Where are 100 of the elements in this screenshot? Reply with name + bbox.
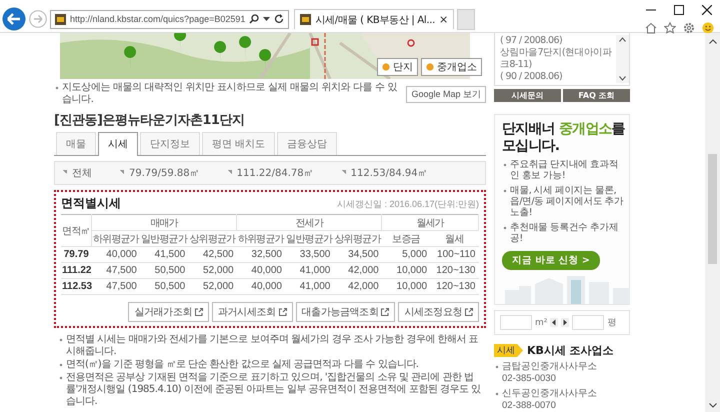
banner-headline: 모십니다. <box>502 138 560 155</box>
link-button[interactable]: 시세조정요청 <box>398 302 479 322</box>
maximize-icon[interactable] <box>674 5 684 15</box>
table-cell: 52,000 <box>188 262 237 278</box>
banner-headline: 단지배너 중개업소를 <box>502 121 625 138</box>
column-header: 하위평균가 <box>92 230 140 246</box>
down-caret-icon[interactable] <box>619 76 626 81</box>
table-cell: 50,500 <box>140 262 188 278</box>
sidebar-button[interactable]: FAQ 조회 <box>563 89 630 102</box>
column-header: 상위평균가 <box>188 230 237 246</box>
list-item[interactable]: ( 90 / 2008.06) <box>500 71 616 83</box>
home-icon[interactable] <box>645 22 657 34</box>
page-tab[interactable]: 시세 <box>98 132 138 156</box>
column-header: 하위평균가 <box>236 230 285 246</box>
column-header: 전세가 <box>236 214 382 230</box>
column-header: 보증금 <box>382 230 430 246</box>
browser-tab[interactable]: 시세/매물 ( KB부동산 | Al... × <box>294 9 454 29</box>
table-cell: 120~130 <box>430 278 478 294</box>
table-cell: 40,000 <box>236 278 285 294</box>
map-filter-button[interactable]: 중개업소 <box>421 58 482 76</box>
link-button[interactable]: 실거래가조회 <box>128 302 209 322</box>
site-icon <box>55 14 66 24</box>
refresh-icon[interactable] <box>274 14 284 24</box>
table-cell: 34,500 <box>333 246 382 262</box>
up-caret-icon[interactable] <box>708 39 716 44</box>
table-cell: 52,000 <box>188 278 237 294</box>
column-header: 매매가 <box>92 214 237 230</box>
page-tab[interactable]: 금융상담 <box>277 132 338 155</box>
input-field[interactable] <box>572 315 604 330</box>
list-item[interactable]: ( 97 / 2008.06) <box>500 35 616 47</box>
dropdown-icon[interactable] <box>263 16 270 22</box>
table-cell: 10,000 <box>382 278 430 294</box>
down-caret-icon[interactable] <box>708 403 716 408</box>
address-bar[interactable]: http://nland.kbstar.com/quics?page=B02591 <box>50 10 290 28</box>
table-cell: 41,000 <box>285 262 334 278</box>
agent-phone: 02-388-0070 <box>501 400 557 412</box>
dot-icon <box>426 63 434 71</box>
search-icon[interactable] <box>249 14 260 24</box>
column-header: 월세 <box>430 230 478 246</box>
input-field[interactable] <box>500 315 532 330</box>
column-header: 상위평균가 <box>333 230 382 246</box>
tab-title: 시세/매물 ( KB부동산 | Al... <box>315 14 436 26</box>
section-title: 면적별시세 <box>61 195 121 212</box>
table-cell: 120~130 <box>430 262 478 278</box>
complex-title: [진관동]은평뉴타운기자촌11단지 <box>54 112 246 129</box>
unit-label: m² <box>535 318 548 328</box>
external-link-icon <box>278 308 287 316</box>
close-icon[interactable] <box>702 5 712 15</box>
table-cell: 79.79 <box>61 246 92 262</box>
table-cell: 100~110 <box>430 246 478 262</box>
area-filter-link[interactable]: 111.22/84.78㎡ <box>228 166 314 180</box>
link-button[interactable]: 대출가능금액조회 <box>296 302 396 322</box>
table-cell: 40,000 <box>92 246 140 262</box>
table-cell: 47,500 <box>92 278 140 294</box>
external-link-icon <box>381 308 390 316</box>
table-cell: 41,500 <box>140 246 188 262</box>
table-cell: 47,500 <box>92 262 140 278</box>
area-filter-link[interactable]: 79.79/59.88㎡ <box>120 166 200 180</box>
unit-label: 평 <box>607 317 616 329</box>
page-tab[interactable]: 매물 <box>56 132 96 155</box>
agent-phone: 02-385-0030 <box>501 373 557 385</box>
star-icon[interactable] <box>664 22 676 34</box>
sidebar-button[interactable]: 시세문의 <box>494 89 561 102</box>
tab-close-button[interactable]: × <box>439 13 448 26</box>
page-tab[interactable]: 평면 배치도 <box>202 132 276 155</box>
google-map-button[interactable]: Google Map 보기 <box>406 86 486 102</box>
table-cell: 41,000 <box>285 278 334 294</box>
site-icon <box>300 14 312 25</box>
page-tab[interactable]: 단지정보 <box>140 132 200 155</box>
table-cell: 5,000 <box>382 246 430 262</box>
smiley-icon[interactable] <box>702 22 714 34</box>
external-link-icon <box>194 308 203 316</box>
up-caret-icon[interactable] <box>619 37 626 42</box>
table-cell: 33,500 <box>285 246 334 262</box>
section-badge: 시세 <box>494 344 523 357</box>
table-cell: 32,500 <box>236 246 285 262</box>
right-arrow-icon[interactable] <box>561 318 570 327</box>
scrollbar-thumb[interactable] <box>708 154 717 264</box>
area-filter-link[interactable]: 전체 <box>63 166 92 180</box>
dot-icon <box>382 63 390 71</box>
external-link-icon <box>465 308 473 316</box>
area-filter-link[interactable]: 112.53/84.94㎡ <box>342 166 428 180</box>
map-filter-button[interactable]: 단지 <box>377 58 418 76</box>
table-cell: 42,000 <box>333 278 382 294</box>
list-item[interactable]: 상림마을7단지(현대아이파크8-11) <box>500 47 616 71</box>
left-arrow-icon[interactable] <box>550 318 558 327</box>
back-icon[interactable] <box>2 7 26 31</box>
table-cell: 112.53 <box>61 278 92 294</box>
table-cell: 50,500 <box>140 278 188 294</box>
table-cell: 42,000 <box>333 262 382 278</box>
table-cell: 111.22 <box>61 262 92 278</box>
settings-icon[interactable] <box>683 22 695 34</box>
table-cell: 40,000 <box>236 262 285 278</box>
column-header: 일반평균가 <box>140 230 188 246</box>
column-header: 월세가 <box>382 214 478 230</box>
table-cell: 42,500 <box>188 246 237 262</box>
apply-button[interactable]: 지금 바로 신청 > <box>502 251 600 270</box>
scrollbar[interactable] <box>705 33 720 412</box>
link-button[interactable]: 과거시세조회 <box>212 302 293 322</box>
table-cell: 10,000 <box>382 262 430 278</box>
